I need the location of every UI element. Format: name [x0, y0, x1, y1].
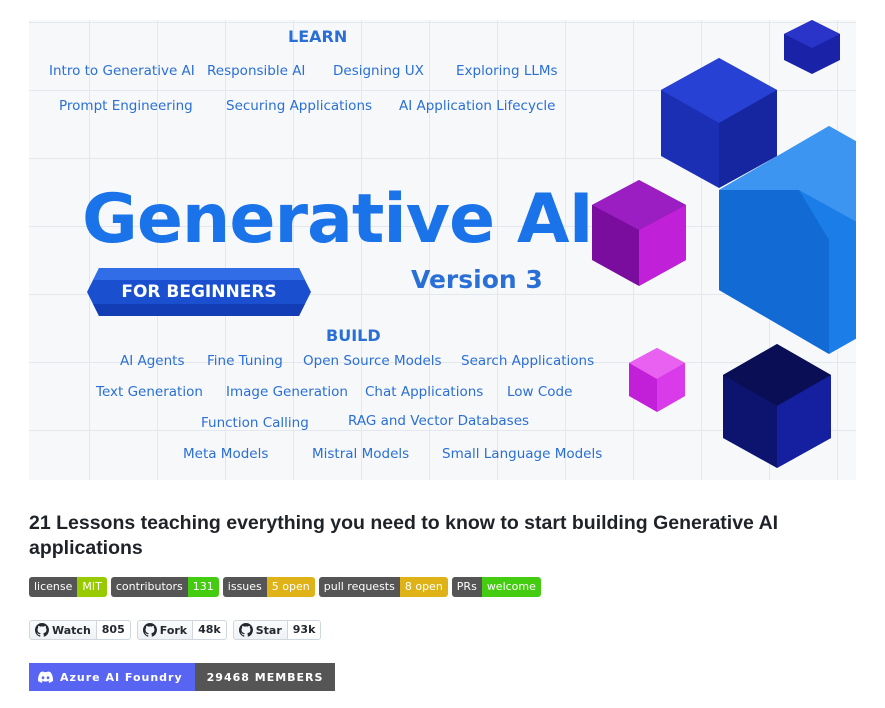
- build-topic: AI Agents: [120, 353, 185, 369]
- license-badge[interactable]: license MIT: [29, 577, 107, 597]
- badge-label: contributors: [110, 577, 188, 597]
- discord-badge[interactable]: Azure AI Foundry 29468 MEMBERS: [29, 663, 336, 691]
- build-topic: Low Code: [507, 384, 573, 400]
- version-label: Version 3: [411, 265, 543, 294]
- ribbon-label: FOR BEGINNERS: [121, 282, 277, 302]
- prs-welcome-badge[interactable]: PRs welcome: [451, 577, 541, 597]
- learn-topic: Exploring LLMs: [456, 63, 558, 79]
- build-topic: Mistral Models: [312, 446, 410, 462]
- star-button[interactable]: Star: [232, 620, 288, 640]
- learn-topic: Intro to Generative AI: [49, 63, 195, 79]
- build-topic: Function Calling: [201, 415, 309, 431]
- issues-badge[interactable]: issues 5 open: [222, 577, 315, 597]
- github-icon: [35, 623, 49, 637]
- fork-label: Fork: [159, 623, 188, 637]
- build-topic: Image Generation: [226, 384, 348, 400]
- github-buttons: Watch 805 Fork 48k Star 93k: [29, 620, 322, 640]
- watch-count[interactable]: 805: [96, 620, 131, 640]
- discord-icon: [38, 671, 53, 683]
- build-topic: Small Language Models: [442, 446, 603, 462]
- badge-row: license MIT contributors 131 issues 5 op…: [29, 577, 541, 597]
- fork-widget: Fork 48k: [136, 620, 227, 640]
- learn-heading: LEARN: [288, 27, 348, 46]
- learn-topic: Designing UX: [333, 63, 424, 79]
- build-topic: Text Generation: [96, 384, 203, 400]
- github-icon: [238, 623, 253, 637]
- banner-headline: Generative AI: [82, 180, 594, 259]
- badge-label: license: [29, 577, 78, 597]
- badge-label: issues: [222, 577, 267, 597]
- build-topic: Chat Applications: [365, 384, 484, 400]
- build-topic: Meta Models: [183, 446, 269, 462]
- github-icon: [142, 623, 157, 637]
- badge-value: MIT: [77, 577, 107, 597]
- watch-button[interactable]: Watch: [29, 620, 97, 640]
- badge-value: welcome: [481, 577, 541, 597]
- badge-value: 5 open: [266, 577, 315, 597]
- badge-value: 131: [187, 577, 219, 597]
- build-topic: Fine Tuning: [207, 353, 283, 369]
- star-label: Star: [255, 623, 282, 637]
- learn-topic: Securing Applications: [226, 98, 373, 114]
- learn-topic: Prompt Engineering: [59, 98, 193, 114]
- badge-label: PRs: [451, 577, 482, 597]
- learn-topic: AI Application Lifecycle: [399, 98, 556, 114]
- watch-widget: Watch 805: [29, 620, 131, 640]
- build-topic: Search Applications: [461, 353, 595, 369]
- build-heading: BUILD: [326, 326, 381, 345]
- pull-requests-badge[interactable]: pull requests 8 open: [318, 577, 448, 597]
- fork-button[interactable]: Fork: [136, 620, 194, 640]
- star-count[interactable]: 93k: [287, 620, 322, 640]
- fork-count[interactable]: 48k: [193, 620, 227, 640]
- page-title: 21 Lessons teaching everything you need …: [29, 512, 779, 559]
- learn-topic: Responsible AI: [207, 63, 306, 79]
- build-topic: RAG and Vector Databases: [348, 413, 530, 429]
- badge-value: 8 open: [399, 577, 448, 597]
- for-beginners-ribbon: FOR BEGINNERS: [85, 266, 313, 318]
- discord-label-part: Azure AI Foundry: [29, 663, 195, 691]
- discord-label: Azure AI Foundry: [60, 670, 183, 684]
- contributors-badge[interactable]: contributors 131: [110, 577, 219, 597]
- badge-label: pull requests: [318, 577, 400, 597]
- watch-label: Watch: [52, 623, 91, 637]
- hero-banner: LEARN Intro to Generative AI Responsible…: [29, 20, 856, 480]
- build-topic: Open Source Models: [303, 353, 442, 369]
- discord-members: 29468 MEMBERS: [194, 663, 336, 691]
- star-widget: Star 93k: [232, 620, 322, 640]
